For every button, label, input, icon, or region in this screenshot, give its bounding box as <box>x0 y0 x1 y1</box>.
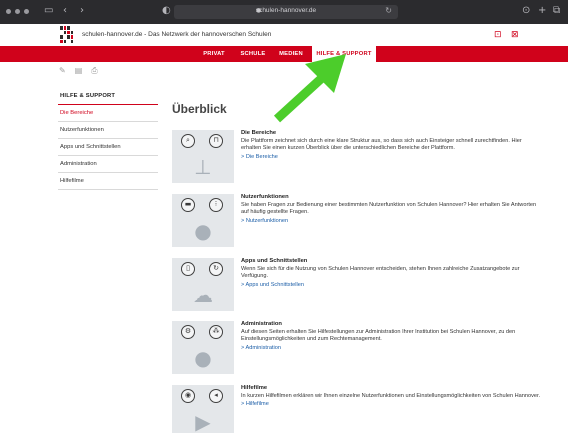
card-link[interactable]: > Die Bereiche <box>241 154 541 160</box>
sidebar-item-administration[interactable]: Administration <box>58 156 158 173</box>
sidebar-heading[interactable]: HILFE & SUPPORT <box>58 88 158 105</box>
url-text: schulen-hannover.de <box>255 7 317 14</box>
login-icon[interactable]: ⊠ <box>511 30 519 40</box>
card-text: Die Plattform zeichnet sich durch eine k… <box>241 138 522 152</box>
card-title: Administration <box>241 321 282 327</box>
eye-icon: ◉ <box>181 389 195 403</box>
card-text: Wenn Sie sich für die Nutzung von Schule… <box>241 266 520 280</box>
sidebar-item-nutzerfunktionen[interactable]: Nutzerfunktionen <box>58 122 158 139</box>
card-title: Die Bereiche <box>241 130 277 136</box>
sidebar-icon[interactable]: ▭ <box>44 5 53 17</box>
page-title: Überblick <box>172 102 227 116</box>
minimize-window-button[interactable] <box>15 9 20 14</box>
reload-icon[interactable]: ↻ <box>385 6 392 15</box>
card-link[interactable]: > Administration <box>241 345 541 351</box>
card-thumbnail[interactable]: ⚙ ⁂ ● <box>172 321 234 374</box>
settings-icon: ⚙ <box>181 325 195 339</box>
video-icon: ▶ <box>195 410 211 433</box>
zoom-window-button[interactable] <box>24 9 29 14</box>
sync-icon: ↻ <box>209 262 223 276</box>
card-title: Nutzerfunktionen <box>241 194 289 200</box>
card-thumbnail[interactable]: ▯ ↻ ☁ <box>172 258 234 311</box>
shield-icon[interactable]: ◐ <box>162 5 171 17</box>
nav-item-hilfe-support[interactable]: HILFE & SUPPORT <box>312 46 376 63</box>
card-thumbnail[interactable]: ⌕ ⊓ ⊥ <box>172 130 234 183</box>
download-icon[interactable]: ⊙ <box>522 5 530 17</box>
card-link[interactable]: > Hilfefilme <box>241 401 541 407</box>
card-link[interactable]: > Nutzerfunktionen <box>241 218 541 224</box>
site-title[interactable]: schulen-hannover.de - Das Netzwerk der h… <box>82 31 271 38</box>
lock-icon[interactable]: ⊡ <box>494 30 502 40</box>
user-icon: ● <box>194 219 212 243</box>
sidebar-item-hilfefilme[interactable]: Hilfefilme <box>58 173 158 190</box>
volume-icon: ◂ <box>209 389 223 403</box>
card-link[interactable]: > Apps und Schnittstellen <box>241 282 541 288</box>
close-window-button[interactable] <box>6 9 11 14</box>
phone-icon: ▯ <box>181 262 195 276</box>
users-icon: ⁂ <box>209 325 223 339</box>
lock-icon: ⊓ <box>209 134 223 148</box>
card-die-bereiche: ⌕ ⊓ ⊥ Die Bereiche Die Plattform zeichne… <box>172 130 542 188</box>
chevron-right-icon[interactable]: › <box>80 5 84 17</box>
browser-toolbar: ▭ ‹ › ◐ ● schulen-hannover.de ↻ ⊙ + ⧉ <box>0 0 568 24</box>
window-controls[interactable] <box>6 9 29 14</box>
card-text: Auf diesen Seiten erhalten Sie Hilfestel… <box>241 329 516 343</box>
user-gear-icon: ● <box>194 346 212 370</box>
nav-item-schule[interactable]: SCHULE <box>236 46 270 62</box>
search-icon: ⌕ <box>181 134 195 148</box>
main-navigation: PRIVAT SCHULE MEDIEN HILFE & SUPPORT <box>0 46 568 63</box>
card-nutzerfunktionen: ▬ ⁝ ● Nutzerfunktionen Sie haben Fragen … <box>172 194 542 252</box>
card-administration: ⚙ ⁂ ● Administration Auf diesen Seiten e… <box>172 321 542 379</box>
card-apps-schnittstellen: ▯ ↻ ☁ Apps und Schnittstellen Wenn Sie s… <box>172 258 542 316</box>
print-icon[interactable]: ⎙ <box>91 66 97 76</box>
card-thumbnail[interactable]: ▬ ⁝ ● <box>172 194 234 247</box>
site-logo[interactable] <box>60 26 73 43</box>
sitemap-icon: ⊥ <box>194 155 212 179</box>
sidebar-item-die-bereiche[interactable]: Die Bereiche <box>58 105 158 122</box>
page-tools: ✎ ▤ ⎙ <box>59 66 98 76</box>
sidebar: HILFE & SUPPORT Die Bereiche Nutzerfunkt… <box>58 88 158 190</box>
card-title: Apps und Schnittstellen <box>241 258 308 264</box>
card-text: Sie haben Fragen zur Bedienung einer bes… <box>241 202 537 216</box>
sidebar-item-apps-schnittstellen[interactable]: Apps und Schnittstellen <box>58 139 158 156</box>
card-hilfefilme: ◉ ◂ ▶ Hilfefilme In kurzen Hilfefilmen e… <box>172 385 542 433</box>
cloud-icon: ☁ <box>193 283 213 307</box>
card-text: In kurzen Hilfefilmen erklären wir Ihnen… <box>241 393 541 399</box>
print-preview-icon[interactable]: ▤ <box>75 66 83 76</box>
nav-item-medien[interactable]: MEDIEN <box>274 46 308 62</box>
apps-icon: ⁝ <box>209 198 223 212</box>
card-title: Hilfefilme <box>241 385 268 391</box>
tabs-icon[interactable]: ⧉ <box>553 5 560 17</box>
site-header: schulen-hannover.de - Das Netzwerk der h… <box>0 24 568 46</box>
share-icon[interactable]: ✎ <box>59 66 66 76</box>
folder-icon: ▬ <box>181 198 195 212</box>
nav-item-privat[interactable]: PRIVAT <box>196 46 232 62</box>
address-bar[interactable]: ● schulen-hannover.de ↻ <box>174 5 398 19</box>
plus-icon[interactable]: + <box>538 5 546 17</box>
card-thumbnail[interactable]: ◉ ◂ ▶ <box>172 385 234 433</box>
chevron-left-icon[interactable]: ‹ <box>63 5 67 17</box>
